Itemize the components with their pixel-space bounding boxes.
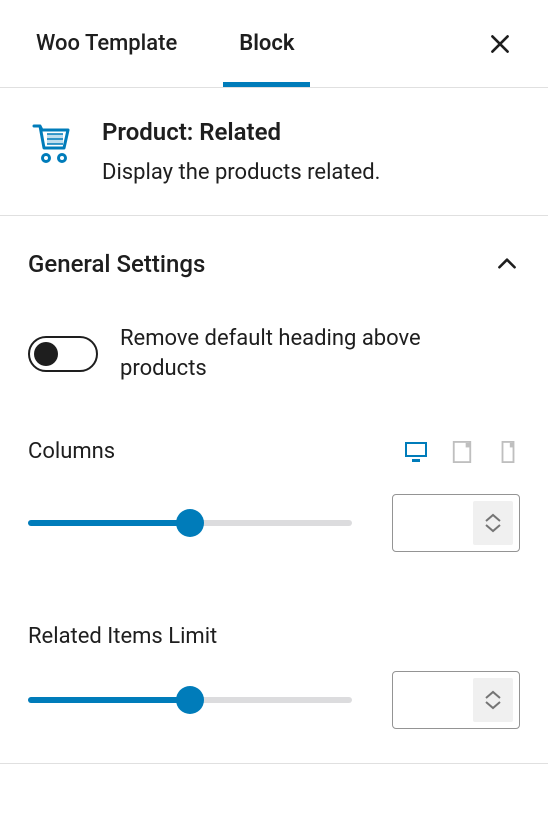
shopping-cart-icon: [28, 118, 76, 166]
chevron-up-icon: [484, 513, 502, 523]
columns-number-input[interactable]: [392, 494, 520, 552]
columns-slider[interactable]: [28, 509, 352, 537]
toggle-knob: [34, 342, 58, 366]
close-icon: [487, 31, 513, 57]
block-title: Product: Related: [102, 118, 380, 146]
tab-woo-template[interactable]: Woo Template: [28, 1, 185, 86]
tablet-icon[interactable]: [450, 441, 474, 463]
block-card: Product: Related Display the products re…: [0, 88, 548, 216]
toggle-label-remove-heading: Remove default heading above products: [120, 324, 480, 383]
related-limit-label: Related Items Limit: [28, 624, 520, 649]
chevron-down-icon: [484, 700, 502, 710]
slider-thumb[interactable]: [176, 509, 204, 537]
columns-label: Columns: [28, 439, 115, 464]
chevron-up-icon: [494, 251, 520, 277]
section-title: General Settings: [28, 250, 205, 278]
related-limit-slider[interactable]: [28, 686, 352, 714]
tab-block[interactable]: Block: [231, 1, 302, 86]
mobile-icon[interactable]: [496, 441, 520, 463]
chevron-down-icon: [484, 523, 502, 533]
columns-stepper[interactable]: [473, 501, 513, 545]
related-limit-stepper[interactable]: [473, 678, 513, 722]
responsive-device-switcher: [404, 441, 520, 463]
inspector-tabs: Woo Template Block: [0, 0, 548, 88]
control-related-limit: Related Items Limit: [28, 552, 520, 729]
related-limit-number-input[interactable]: [392, 671, 520, 729]
close-button[interactable]: [480, 24, 520, 64]
chevron-up-icon: [484, 690, 502, 700]
section-general-settings: General Settings Remove default heading …: [0, 216, 548, 764]
block-description: Display the products related.: [102, 160, 380, 185]
inspector-panel: Woo Template Block Product: Related Disp…: [0, 0, 548, 764]
toggle-remove-heading[interactable]: [28, 336, 98, 372]
control-columns: Columns: [28, 383, 520, 552]
toggle-row-remove-heading: Remove default heading above products: [28, 298, 520, 383]
slider-thumb[interactable]: [176, 686, 204, 714]
desktop-icon[interactable]: [404, 441, 428, 463]
section-toggle-general-settings[interactable]: General Settings: [28, 216, 520, 298]
